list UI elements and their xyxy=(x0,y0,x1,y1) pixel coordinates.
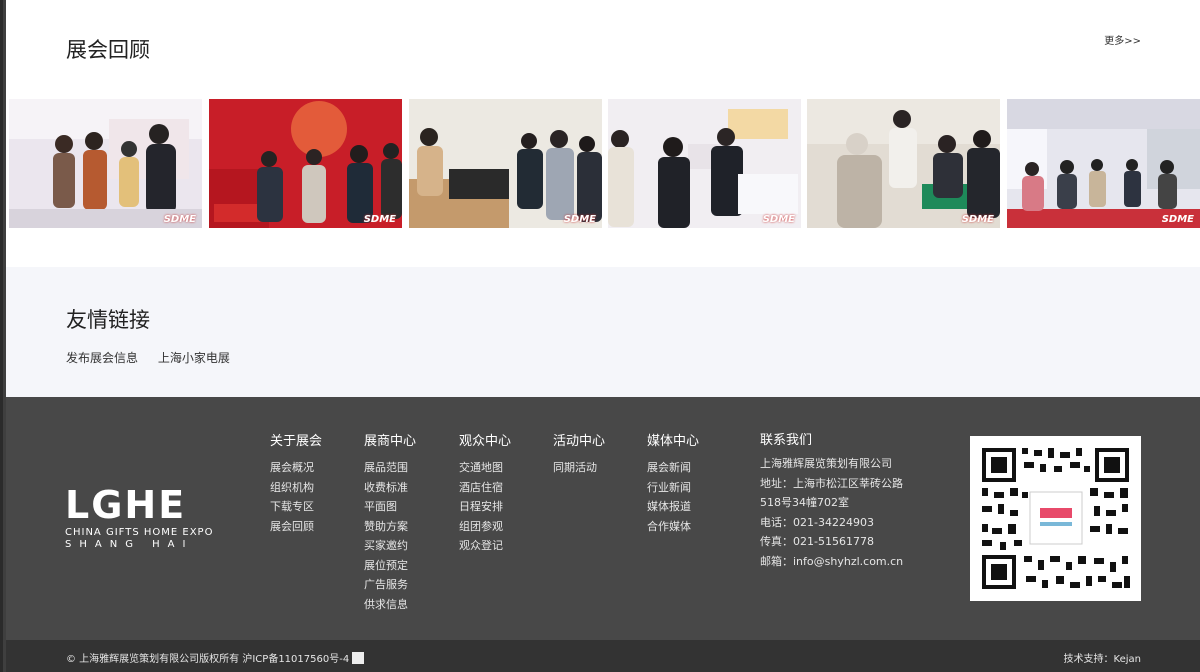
footer-link[interactable]: 合作媒体 xyxy=(647,517,699,537)
contact-info: 联系我们 上海雅辉展览策划有限公司 地址：上海市松江区莘砖公路 518号34幢7… xyxy=(760,429,903,571)
logo-subtitle-1: CHINA GIFTS HOME EXPO xyxy=(65,527,214,538)
footer-link[interactable]: 供求信息 xyxy=(364,595,416,615)
footer-link[interactable]: 媒体报道 xyxy=(647,497,699,517)
friend-links-section: 友情链接 发布展会信息 上海小家电展 xyxy=(6,267,1200,397)
logo-mark: LGHE xyxy=(65,483,187,527)
watermark: SDME xyxy=(563,214,596,225)
watermark: SDME xyxy=(363,214,396,225)
footer-col-head[interactable]: 媒体中心 xyxy=(647,430,699,449)
site-footer: LGHE CHINA GIFTS HOME EXPO SHANG HAI 关于展… xyxy=(6,397,1200,640)
footer-link[interactable]: 同期活动 xyxy=(553,458,605,478)
footer-link[interactable]: 展会回顾 xyxy=(270,517,322,537)
address-line-2: 518号34幢702室 xyxy=(760,496,849,509)
footer-link[interactable]: 组织机构 xyxy=(270,478,322,498)
logo-subtitle-2: SHANG HAI xyxy=(65,539,194,550)
phone: 电话：021-34224903 xyxy=(760,515,874,529)
section-title-review: 展会回顾 xyxy=(66,38,150,62)
expo-photo-3[interactable]: SDME xyxy=(409,99,602,228)
footer-link[interactable]: 下载专区 xyxy=(270,497,322,517)
footer-link[interactable]: 组团参观 xyxy=(459,517,511,537)
copyright-label: © 上海雅辉展览策划有限公司版权所有 沪ICP备11017560号-4 xyxy=(66,654,350,665)
footer-link[interactable]: 酒店住宿 xyxy=(459,478,511,498)
footer-col-exhibitor: 展商中心 展品范围 收费标准 平面图 赞助方案 买家邀约 展位预定 广告服务 供… xyxy=(364,430,416,614)
watermark: SDME xyxy=(1161,214,1194,225)
footer-col-head[interactable]: 观众中心 xyxy=(459,430,511,449)
footer-col-about: 关于展会 展会概况 组织机构 下载专区 展会回顾 xyxy=(270,430,322,536)
address-line-1: 地址：上海市松江区莘砖公路 xyxy=(760,476,903,490)
watermark: SDME xyxy=(163,214,196,225)
section-title-links: 友情链接 xyxy=(66,308,150,332)
more-link[interactable]: 更多>> xyxy=(1104,32,1141,47)
footer-link[interactable]: 赞助方案 xyxy=(364,517,416,537)
copyright-text: © 上海雅辉展览策划有限公司版权所有 沪ICP备11017560号-4 xyxy=(66,650,365,665)
company-name: 上海雅辉展览策划有限公司 xyxy=(760,457,892,470)
copyright-bar: © 上海雅辉展览策划有限公司版权所有 沪ICP备11017560号-4 技术支持… xyxy=(6,640,1200,672)
footer-link[interactable]: 行业新闻 xyxy=(647,478,699,498)
footer-link[interactable]: 展会概况 xyxy=(270,458,322,478)
footer-link[interactable]: 日程安排 xyxy=(459,497,511,517)
expo-photo-6[interactable]: SDME xyxy=(1007,99,1200,228)
expo-photo-2[interactable]: SDME xyxy=(209,99,402,228)
footer-link[interactable]: 交通地图 xyxy=(459,458,511,478)
email: 邮箱：info@shyhzl.com.cn xyxy=(760,554,904,568)
expo-photo-4[interactable]: SDME xyxy=(608,99,801,228)
expo-photo-5[interactable]: SDME xyxy=(807,99,1000,228)
friend-links-list: 发布展会信息 上海小家电展 xyxy=(66,349,246,366)
tech-support[interactable]: 技术支持：Kejan xyxy=(1064,650,1141,665)
expo-photo-1[interactable]: SDME xyxy=(9,99,202,228)
expo-review-section: 展会回顾 更多>> SDME SDME SDME SDME SDME SDME xyxy=(6,0,1200,267)
qr-code xyxy=(970,436,1141,601)
photo-strip: SDME SDME SDME SDME SDME SDME xyxy=(9,99,1200,228)
watermark: SDME xyxy=(762,214,795,225)
footer-col-head[interactable]: 展商中心 xyxy=(364,430,416,449)
footer-link[interactable]: 展位预定 xyxy=(364,556,416,576)
fax: 传真：021-51561778 xyxy=(760,535,874,548)
contact-head: 联系我们 xyxy=(760,433,813,448)
footer-link[interactable]: 展品范围 xyxy=(364,458,416,478)
footer-col-head[interactable]: 关于展会 xyxy=(270,430,322,449)
friend-link[interactable]: 上海小家电展 xyxy=(158,351,230,365)
friend-link[interactable]: 发布展会信息 xyxy=(66,351,138,365)
footer-col-head[interactable]: 活动中心 xyxy=(553,430,605,449)
stats-icon[interactable] xyxy=(352,652,365,664)
footer-col-media: 媒体中心 展会新闻 行业新闻 媒体报道 合作媒体 xyxy=(647,430,699,536)
watermark: SDME xyxy=(961,214,994,225)
footer-col-events: 活动中心 同期活动 xyxy=(553,430,605,478)
footer-link[interactable]: 平面图 xyxy=(364,497,416,517)
footer-link[interactable]: 展会新闻 xyxy=(647,458,699,478)
footer-link[interactable]: 广告服务 xyxy=(364,575,416,595)
footer-link[interactable]: 买家邀约 xyxy=(364,536,416,556)
footer-logo[interactable]: LGHE CHINA GIFTS HOME EXPO SHANG HAI xyxy=(65,485,225,550)
footer-link[interactable]: 观众登记 xyxy=(459,536,511,556)
footer-link[interactable]: 收费标准 xyxy=(364,478,416,498)
footer-col-visitor: 观众中心 交通地图 酒店住宿 日程安排 组团参观 观众登记 xyxy=(459,430,511,556)
